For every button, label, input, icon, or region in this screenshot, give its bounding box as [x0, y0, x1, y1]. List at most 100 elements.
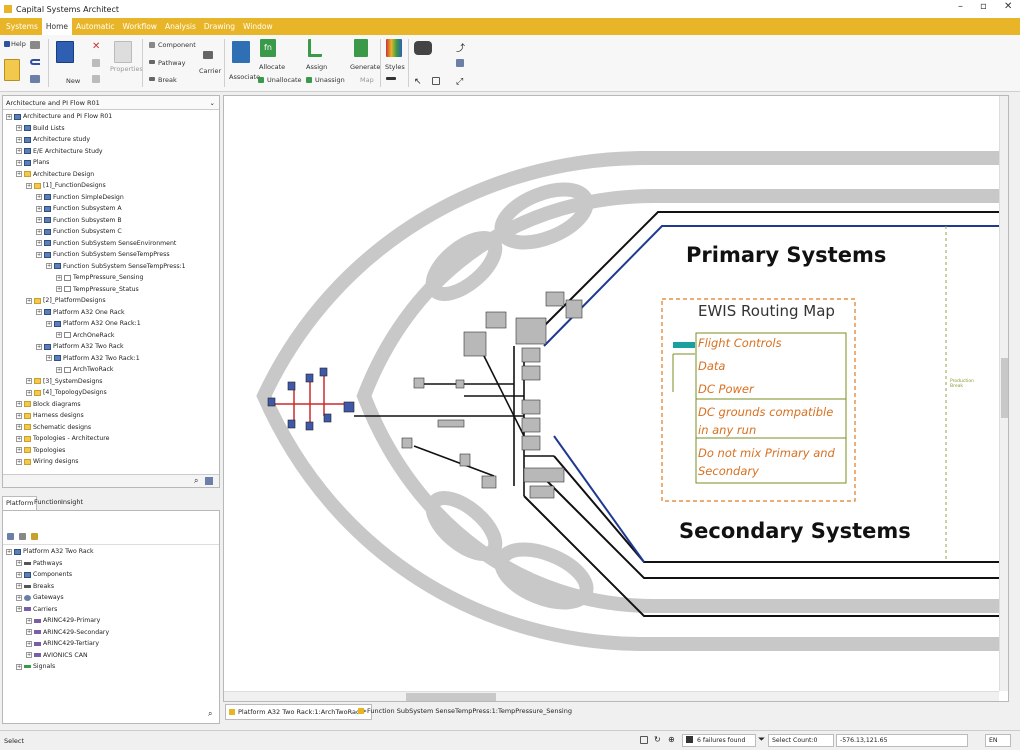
unallocate-button[interactable]: Unallocate: [267, 76, 302, 84]
project-tree-item[interactable]: + E/E Architecture Study: [16, 147, 103, 156]
expand-toggle-icon[interactable]: +: [36, 240, 42, 246]
expand-toggle-icon[interactable]: +: [16, 435, 22, 442]
expand-toggle-icon[interactable]: +: [56, 366, 62, 373]
filter-icon[interactable]: [205, 477, 213, 485]
vertical-scrollbar[interactable]: [999, 96, 1008, 691]
horizontal-scroll-thumb[interactable]: [406, 693, 496, 701]
project-tree-item[interactable]: + Wiring designs: [16, 457, 79, 466]
platform-tree-item[interactable]: + Carriers: [16, 605, 57, 614]
tree-header[interactable]: Architecture and PI Flow R01 ⌄: [3, 96, 219, 110]
expand-toggle-icon[interactable]: +: [16, 171, 22, 177]
menu-workflow[interactable]: Workflow: [119, 18, 161, 35]
project-tree-item[interactable]: + Block diagrams: [16, 400, 81, 409]
print-icon[interactable]: [30, 41, 40, 49]
expand-toggle-icon[interactable]: +: [16, 663, 22, 670]
settings-icon[interactable]: [31, 533, 38, 540]
expand-toggle-icon[interactable]: +: [16, 136, 22, 143]
search-icon[interactable]: ⌕: [194, 476, 198, 486]
restore-icon[interactable]: ▫: [980, 1, 987, 12]
expand-toggle-icon[interactable]: +: [16, 148, 22, 154]
allocate-button[interactable]: Allocate: [259, 63, 285, 71]
expand-toggle-icon[interactable]: +: [26, 652, 32, 658]
platform-tree-item[interactable]: + ARINC429-Secondary: [26, 628, 109, 637]
expand-toggle-icon[interactable]: +: [36, 343, 42, 350]
associate-icon[interactable]: [232, 41, 250, 63]
expand-toggle-icon[interactable]: +: [46, 263, 52, 269]
platform-tree-item[interactable]: + ARINC429-Tertiary: [26, 639, 99, 648]
project-tree-item[interactable]: + Function SubSystem SenseTempPress: [36, 250, 170, 259]
project-tree-item[interactable]: + Topologies: [16, 446, 65, 455]
delete-icon[interactable]: ✕: [92, 41, 100, 52]
properties-button[interactable]: Properties: [110, 65, 143, 73]
pen-icon[interactable]: [386, 77, 396, 80]
platform-tree-item[interactable]: + Gateways: [16, 593, 64, 602]
project-tree-item[interactable]: + Platform A32 Two Rack: [36, 342, 124, 351]
menu-window[interactable]: Window: [239, 18, 277, 35]
project-tree-item[interactable]: + ArchOneRack: [56, 331, 115, 340]
chevron-down-icon[interactable]: ⌄: [210, 96, 215, 110]
view-icon[interactable]: [30, 75, 40, 83]
expand-toggle-icon[interactable]: +: [46, 320, 52, 327]
platform-tree-item[interactable]: + Signals: [16, 662, 55, 671]
help-icon[interactable]: [4, 41, 10, 47]
doc-tab-arch-two-rack[interactable]: Platform A32 Two Rack:1:ArchTwoRack*: [225, 704, 372, 720]
expand-toggle-icon[interactable]: +: [36, 205, 42, 212]
close-icon[interactable]: ✕: [1004, 1, 1012, 12]
styles-icon[interactable]: [386, 39, 402, 57]
allocate-icon[interactable]: fn: [260, 39, 276, 57]
project-tree-item[interactable]: + Architecture Design: [16, 170, 94, 179]
expand-toggle-icon[interactable]: +: [16, 458, 22, 465]
project-tree-item[interactable]: + [2]_PlatformDesigns: [26, 296, 106, 305]
cut-icon[interactable]: [92, 75, 100, 83]
expand-toggle-icon[interactable]: +: [16, 125, 22, 131]
locate-icon[interactable]: ⊕: [668, 735, 675, 744]
unassign-button[interactable]: Unassign: [315, 76, 345, 84]
expand-toggle-icon[interactable]: +: [16, 606, 22, 612]
platform-tree-item[interactable]: + AVIONICS CAN: [26, 651, 88, 660]
generate-icon[interactable]: [354, 39, 368, 57]
project-tree-item[interactable]: + Function Subsystem A: [36, 204, 122, 213]
project-tree-item[interactable]: + Topologies - Architecture: [16, 434, 109, 443]
generate-button[interactable]: Generate: [350, 63, 380, 71]
expand-toggle-icon[interactable]: +: [16, 560, 22, 566]
platform-tree-item[interactable]: + Components: [16, 570, 72, 579]
project-tree-item[interactable]: + Harness designs: [16, 411, 84, 420]
expand-toggle-icon[interactable]: +: [46, 355, 52, 361]
project-tree-item[interactable]: + Function SimpleDesign: [36, 193, 124, 202]
project-tree-item[interactable]: + [4]_TopologyDesigns: [26, 388, 107, 397]
expand-toggle-icon[interactable]: +: [36, 251, 42, 258]
refresh-icon[interactable]: ↻: [654, 735, 661, 744]
menu-analysis[interactable]: Analysis: [161, 18, 200, 35]
collapse-all-icon[interactable]: [19, 533, 26, 540]
grid-snap-icon[interactable]: [640, 736, 648, 744]
flow-icon[interactable]: ⤴: [456, 41, 465, 54]
carrier-button[interactable]: Carrier: [199, 67, 221, 75]
doc-tab-temp-pressure-sensing[interactable]: Function SubSystem SenseTempPress:1:Temp…: [355, 704, 576, 720]
expand-toggle-icon[interactable]: +: [36, 228, 42, 235]
expand-toggle-icon[interactable]: +: [56, 286, 62, 292]
help-button[interactable]: Help: [11, 40, 26, 48]
project-tree-item[interactable]: + Function SubSystem SenseTempPress:1: [46, 262, 186, 271]
undo-icon[interactable]: [30, 59, 40, 65]
platform-tree-item[interactable]: + Pathways: [16, 559, 62, 568]
project-tree-item[interactable]: + Function Subsystem C: [36, 227, 122, 236]
project-tree-item[interactable]: + Architecture and PI Flow R01: [6, 112, 112, 121]
expand-all-icon[interactable]: [7, 533, 14, 540]
paste-icon[interactable]: [4, 59, 20, 81]
expand-toggle-icon[interactable]: +: [16, 571, 22, 578]
expand-toggle-icon[interactable]: +: [26, 617, 32, 624]
expand-toggle-icon[interactable]: +: [6, 548, 12, 555]
carrier-icon[interactable]: [203, 51, 213, 59]
expand-toggle-icon[interactable]: +: [16, 401, 22, 407]
new-icon[interactable]: [56, 41, 74, 63]
properties-icon[interactable]: [114, 41, 132, 63]
platform-tree-item[interactable]: + ARINC429-Primary: [26, 616, 100, 625]
platform-tree-item[interactable]: + Breaks: [16, 582, 54, 591]
expand-toggle-icon[interactable]: +: [36, 217, 42, 223]
menu-systems[interactable]: Systems: [2, 18, 42, 35]
menu-automatic[interactable]: Automatic: [72, 18, 118, 35]
tab-insight[interactable]: Insight: [58, 496, 86, 510]
new-button[interactable]: New: [66, 77, 80, 85]
menu-drawing[interactable]: Drawing: [200, 18, 239, 35]
zoom-icon[interactable]: [432, 77, 440, 85]
